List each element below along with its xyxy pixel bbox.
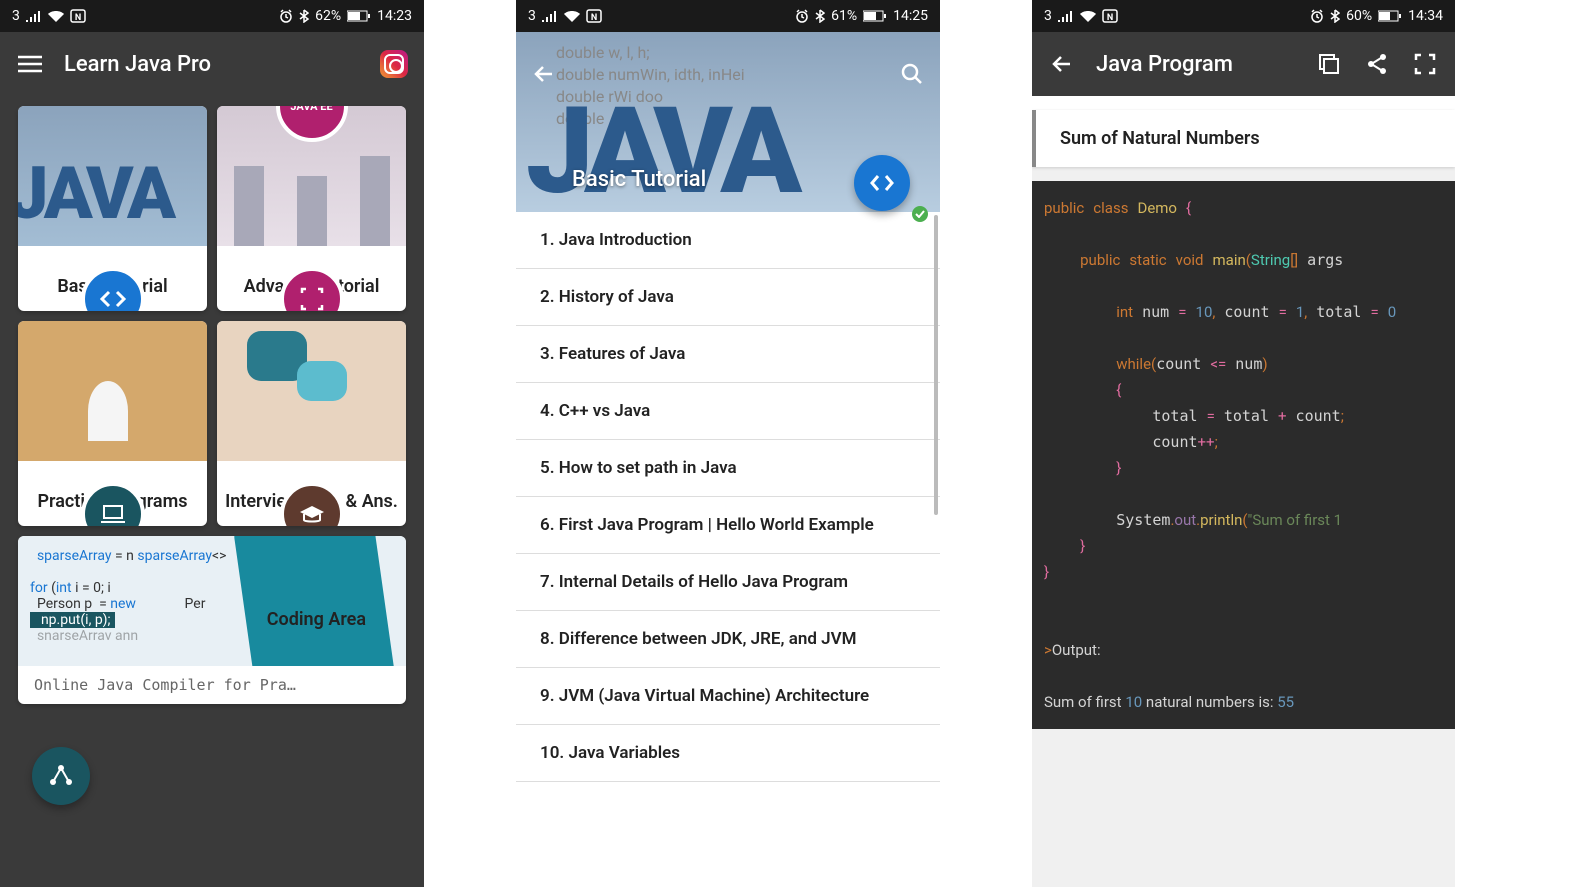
phone-screen-1: 3 N 62% 14:23 Learn Java Pro JAVA B <box>0 0 424 887</box>
card-interview-qa[interactable]: Interview Que. & Ans. <box>217 321 406 526</box>
java-ee-badge: JAVA EE <box>276 106 348 142</box>
fullscreen-icon[interactable] <box>1411 50 1439 78</box>
list-item[interactable]: 8. Difference between JDK, JRE, and JVM <box>516 611 940 668</box>
card-basic-tutorial[interactable]: JAVA Basic Tutorial <box>18 106 207 311</box>
statusbar-3: 3 N 60% 14:34 <box>1032 0 1455 32</box>
instagram-icon[interactable] <box>380 50 408 78</box>
bluetooth-icon <box>815 9 825 23</box>
share-icon[interactable] <box>1363 50 1391 78</box>
list-item[interactable]: 6. First Java Program | Hello World Exam… <box>516 497 940 554</box>
program-title: Sum of Natural Numbers <box>1032 110 1455 167</box>
battery-icon <box>863 10 887 22</box>
carrier-label: 3 <box>12 8 20 24</box>
code-block[interactable]: public class Demo { public static void m… <box>1032 181 1455 729</box>
clock-label: 14:34 <box>1408 8 1443 24</box>
appbar-3: Java Program <box>1032 32 1455 96</box>
statusbar-1: 3 N 62% 14:23 <box>0 0 424 32</box>
list-item[interactable]: 9. JVM (Java Virtual Machine) Architectu… <box>516 668 940 725</box>
list-item[interactable]: 1. Java Introduction <box>516 212 940 269</box>
battery-icon <box>347 10 371 22</box>
card-practice-programs[interactable]: Practice Programs <box>18 321 207 526</box>
carrier-label: 3 <box>528 8 536 24</box>
signal-icon <box>26 10 42 22</box>
alarm-icon <box>279 9 293 23</box>
wifi-icon <box>48 10 64 22</box>
statusbar-left: 3 N <box>12 8 86 24</box>
hero-title: Basic Tutorial <box>572 167 706 192</box>
carrier-label: 3 <box>1044 8 1052 24</box>
signal-icon <box>1058 10 1074 22</box>
statusbar-left: 3 N <box>1044 8 1118 24</box>
battery-icon <box>1378 10 1402 22</box>
battery-pct: 61% <box>831 8 857 24</box>
search-icon[interactable] <box>900 62 924 86</box>
bluetooth-icon <box>299 9 309 23</box>
app-title: Learn Java Pro <box>64 52 360 77</box>
appbar-1: Learn Java Pro <box>0 32 424 96</box>
statusbar-right: 61% 14:25 <box>795 8 928 24</box>
battery-pct: 62% <box>315 8 341 24</box>
statusbar-right: 62% 14:23 <box>279 8 412 24</box>
svg-text:N: N <box>1107 13 1113 23</box>
list-item[interactable]: 5. How to set path in Java <box>516 440 940 497</box>
statusbar-2: 3 N 61% 14:25 <box>516 0 940 32</box>
clock-label: 14:23 <box>377 8 412 24</box>
tutorial-list: 1. Java Introduction 2. History of Java … <box>516 212 940 782</box>
alarm-icon <box>1310 9 1324 23</box>
fab-share[interactable] <box>32 747 90 805</box>
clock-label: 14:25 <box>893 8 928 24</box>
list-item[interactable]: 4. C++ vs Java <box>516 383 940 440</box>
phone-screen-3: 3 N 60% 14:34 Java Program Sum of Natura… <box>1032 0 1455 887</box>
svg-text:N: N <box>591 13 597 23</box>
back-arrow-icon[interactable] <box>1048 50 1076 78</box>
signal-icon <box>542 10 558 22</box>
list-item[interactable]: 2. History of Java <box>516 269 940 326</box>
code-decor: sparseArray <box>30 548 112 564</box>
fab-code[interactable] <box>854 155 910 211</box>
app-title: Java Program <box>1096 52 1295 77</box>
wifi-icon <box>1080 10 1096 22</box>
statusbar-left: 3 N <box>528 8 602 24</box>
list-item[interactable]: 10. Java Variables <box>516 725 940 782</box>
coding-area-label: Coding Area <box>267 609 366 630</box>
nfc-icon: N <box>586 9 602 23</box>
scrollbar[interactable] <box>934 215 938 515</box>
phone-screen-2: 3 N 61% 14:25 double w, l, h; double num… <box>516 0 940 887</box>
back-arrow-icon[interactable] <box>532 62 556 86</box>
hamburger-menu-icon[interactable] <box>16 50 44 78</box>
alarm-icon <box>795 9 809 23</box>
program-body: Sum of Natural Numbers public class Demo… <box>1032 110 1455 887</box>
wifi-icon <box>564 10 580 22</box>
list-item[interactable]: 3. Features of Java <box>516 326 940 383</box>
card-advance-tutorial[interactable]: JAVA EE Advance Tutorial <box>217 106 406 311</box>
copy-icon[interactable] <box>1315 50 1343 78</box>
phone-illustration <box>233 536 399 666</box>
nfc-icon: N <box>1102 9 1118 23</box>
list-item[interactable]: 7. Internal Details of Hello Java Progra… <box>516 554 940 611</box>
completed-check-icon <box>912 206 928 222</box>
nfc-icon: N <box>70 9 86 23</box>
card-coding-area[interactable]: sparseArray = n sparseArray<> for (int i… <box>18 536 406 704</box>
bluetooth-icon <box>1330 9 1340 23</box>
coding-area-subtitle: Online Java Compiler for Pra… <box>18 666 406 704</box>
battery-pct: 60% <box>1346 8 1372 24</box>
statusbar-right: 60% 14:34 <box>1310 8 1443 24</box>
svg-text:N: N <box>75 13 81 23</box>
